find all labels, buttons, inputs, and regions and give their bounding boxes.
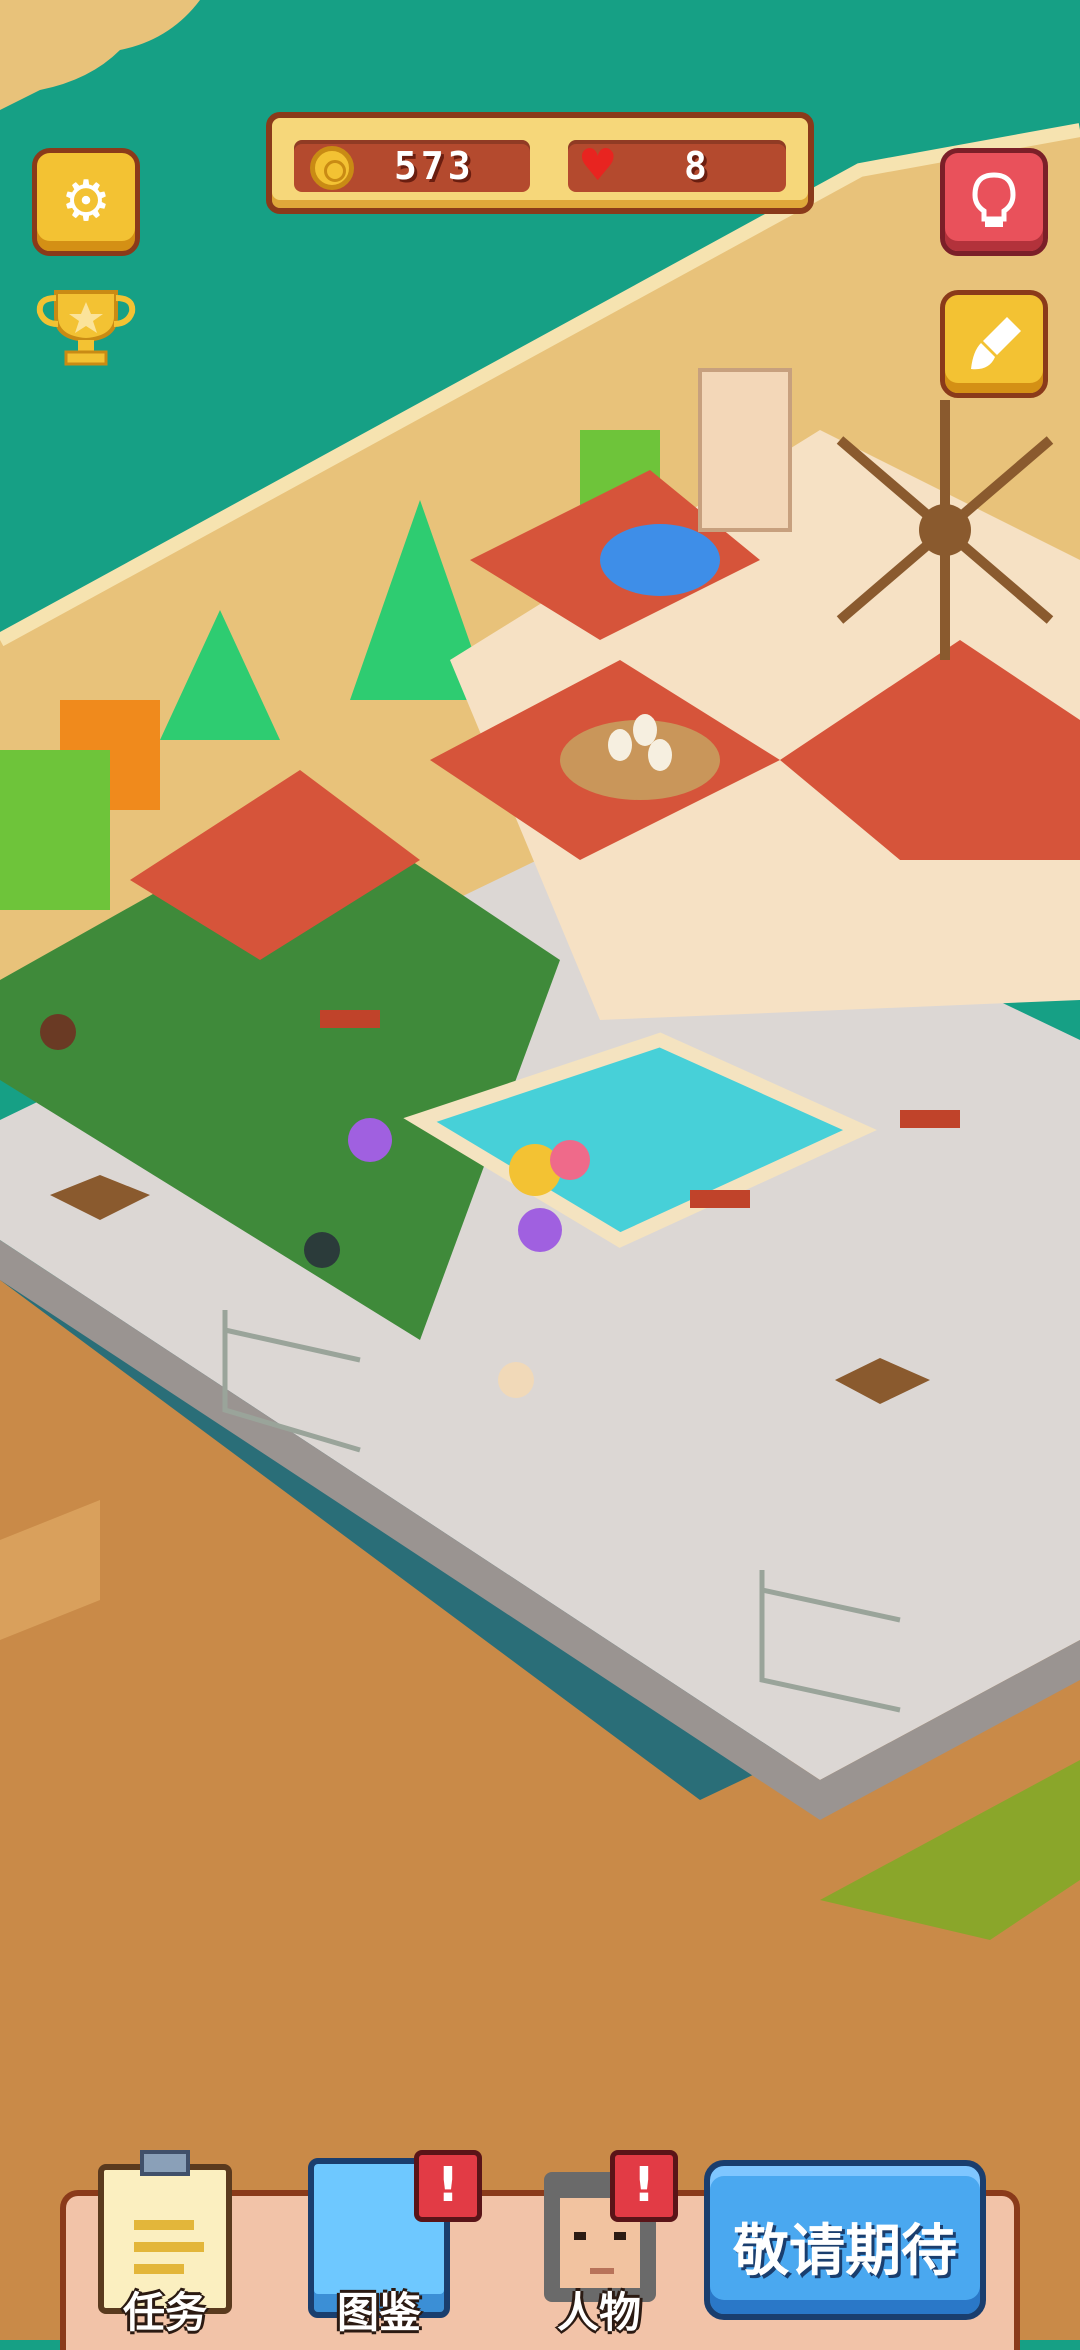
coming-soon-button[interactable]: 敬请期待 <box>704 2160 986 2320</box>
guest-character[interactable] <box>304 1232 340 1268</box>
codex-alert-badge: ! <box>414 2150 482 2222</box>
decorate-button[interactable] <box>940 290 1048 398</box>
blue-bird[interactable] <box>600 524 720 596</box>
characters-button[interactable]: ! 人物 <box>524 2150 678 2340</box>
characters-alert-badge: ! <box>610 2150 678 2222</box>
codex-button[interactable]: ! 图鉴 <box>304 2150 482 2340</box>
flower <box>518 1208 562 1252</box>
paintbrush-icon <box>971 317 1021 370</box>
green-tree <box>0 750 110 910</box>
bench <box>900 1110 960 1128</box>
coin-count: 573 <box>394 144 475 188</box>
trophy-icon[interactable] <box>36 288 136 368</box>
coin-icon <box>310 146 354 190</box>
heart-count: 8 <box>684 144 711 188</box>
game-scene[interactable] <box>0 0 1080 2340</box>
egg <box>648 739 672 771</box>
gear-icon: ⚙ <box>60 168 112 234</box>
flower <box>348 1118 392 1162</box>
heart-icon: ♥ <box>578 140 618 191</box>
tasks-label: 任务 <box>122 2288 207 2337</box>
windmill-hub <box>919 504 971 556</box>
flower <box>550 1140 590 1180</box>
guest-character[interactable] <box>40 1014 76 1050</box>
coming-soon-label: 敬请期待 <box>733 2219 957 2284</box>
codex-label: 图鉴 <box>336 2288 421 2337</box>
bench <box>320 1010 380 1028</box>
coin-counter: 573 <box>294 140 530 192</box>
chimney <box>698 368 792 532</box>
bench <box>690 1190 750 1208</box>
egg <box>633 714 657 746</box>
egg <box>608 729 632 761</box>
clipboard-clip <box>140 2150 190 2176</box>
characters-label: 人物 <box>556 2288 641 2337</box>
settings-button[interactable]: ⚙ <box>32 148 140 256</box>
hint-button[interactable] <box>940 148 1048 256</box>
resource-bar: 573 ♥ 8 <box>266 112 814 214</box>
lightbulb-icon <box>972 172 1016 227</box>
tasks-button[interactable]: 任务 <box>90 2150 240 2340</box>
pet-character[interactable] <box>498 1362 534 1398</box>
heart-counter: ♥ 8 <box>568 140 786 192</box>
